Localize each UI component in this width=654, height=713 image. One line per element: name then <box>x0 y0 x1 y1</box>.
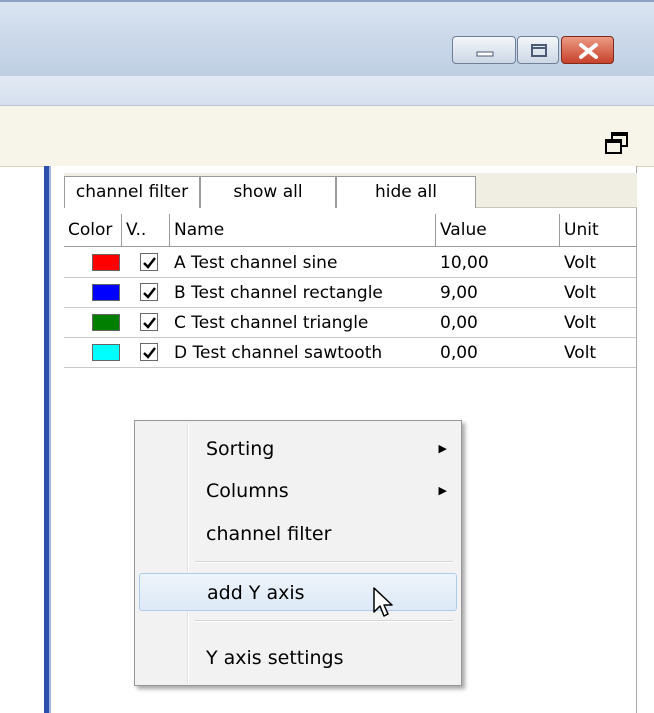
column-header-value[interactable]: Value <box>436 214 560 246</box>
menu-item-label: Columns <box>206 480 289 502</box>
menu-item-add-y-axis[interactable]: add Y axis <box>139 573 457 611</box>
channel-value: 0,00 <box>440 343 478 363</box>
restore-window-icon[interactable] <box>604 131 630 155</box>
mouse-pointer-icon <box>373 587 393 617</box>
minimize-icon <box>476 51 494 57</box>
channel-unit: Volt <box>564 283 597 303</box>
channel-color-swatch[interactable] <box>92 314 120 331</box>
column-header-visible[interactable]: V.. <box>122 214 170 246</box>
menu-item-y-axis-settings[interactable]: Y axis settings <box>139 639 457 677</box>
menu-bar <box>0 76 654 106</box>
channel-unit: Volt <box>564 253 597 273</box>
menu-item-label: channel filter <box>206 523 332 545</box>
channel-name: A Test channel sine <box>174 253 338 273</box>
menu-item-label: add Y axis <box>207 582 305 604</box>
channel-value: 0,00 <box>440 313 478 333</box>
channel-filter-button[interactable]: channel filter <box>64 176 200 208</box>
minimize-button[interactable] <box>452 36 516 64</box>
channel-unit: Volt <box>564 313 597 333</box>
show-all-button[interactable]: show all <box>200 176 336 208</box>
channel-unit: Volt <box>564 343 597 363</box>
menu-item-sorting[interactable]: Sorting ▶ <box>139 430 457 468</box>
visible-checkbox[interactable] <box>140 313 158 331</box>
table-header: Color V.. Name Value Unit <box>64 214 636 247</box>
table-row[interactable]: C Test channel triangle 0,00 Volt <box>64 308 636 338</box>
close-icon <box>579 43 598 59</box>
menu-separator <box>195 620 453 622</box>
table-row[interactable]: B Test channel rectangle 9,00 Volt <box>64 278 636 308</box>
channel-name: C Test channel triangle <box>174 313 369 333</box>
visible-checkbox[interactable] <box>140 283 158 301</box>
menu-separator <box>195 561 453 563</box>
menu-item-label: Y axis settings <box>206 647 344 669</box>
column-header-color[interactable]: Color <box>64 214 122 246</box>
checkmark-icon <box>143 347 156 359</box>
table-row[interactable]: D Test channel sawtooth 0,00 Volt <box>64 338 636 368</box>
checkmark-icon <box>143 257 156 269</box>
checkmark-icon <box>143 287 156 299</box>
close-button[interactable] <box>561 36 614 64</box>
channel-name: B Test channel rectangle <box>174 283 383 303</box>
window-title-bar[interactable] <box>0 0 654 76</box>
context-menu: Sorting ▶ Columns ▶ channel filter add Y… <box>134 420 462 686</box>
channel-color-swatch[interactable] <box>92 254 120 271</box>
channel-color-swatch[interactable] <box>92 344 120 361</box>
column-header-name[interactable]: Name <box>170 214 436 246</box>
menu-item-channel-filter[interactable]: channel filter <box>139 515 457 553</box>
table-row[interactable]: A Test channel sine 10,00 Volt <box>64 248 636 278</box>
maximize-icon <box>531 44 547 57</box>
checkmark-icon <box>143 317 156 329</box>
channel-name: D Test channel sawtooth <box>174 343 383 363</box>
visible-checkbox[interactable] <box>140 253 158 271</box>
maximize-button[interactable] <box>517 36 559 64</box>
menu-item-columns[interactable]: Columns ▶ <box>139 472 457 510</box>
submenu-arrow-icon: ▶ <box>438 442 447 455</box>
menu-item-label: Sorting <box>206 438 275 460</box>
channel-value: 9,00 <box>440 283 478 303</box>
submenu-arrow-icon: ▶ <box>438 484 447 497</box>
visible-checkbox[interactable] <box>140 343 158 361</box>
column-header-unit[interactable]: Unit <box>560 214 636 246</box>
panel-border <box>44 166 51 713</box>
channel-color-swatch[interactable] <box>92 284 120 301</box>
panel-toolbar <box>0 106 654 167</box>
hide-all-button[interactable]: hide all <box>336 176 476 208</box>
channel-value: 10,00 <box>440 253 489 273</box>
